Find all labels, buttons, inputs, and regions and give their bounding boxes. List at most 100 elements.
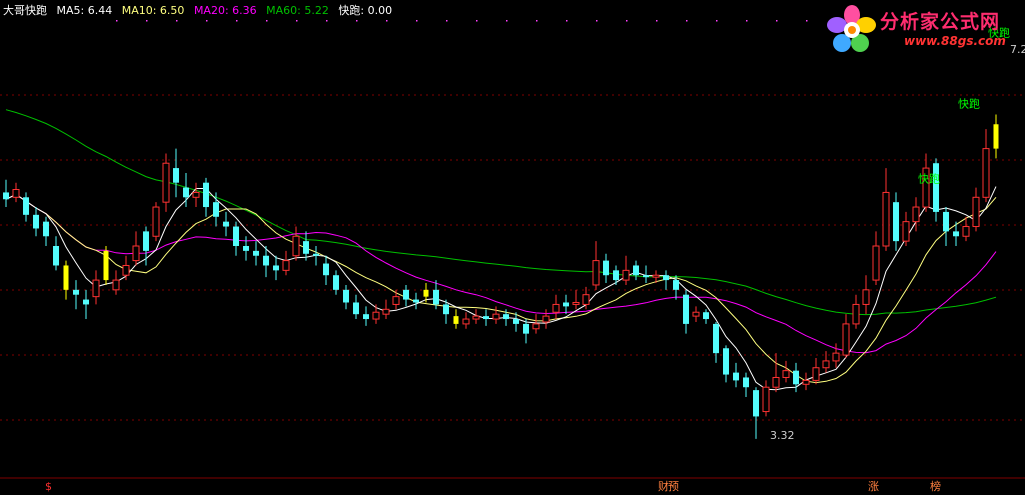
candle-body: [993, 124, 999, 149]
signal-dot: [146, 20, 148, 22]
candle-body: [12, 189, 20, 198]
signal-dot: [506, 20, 508, 22]
candle-body: [132, 245, 140, 262]
signal-dot: [116, 20, 118, 22]
candle-body: [912, 206, 920, 223]
candle-body: [363, 314, 369, 320]
candle-body: [943, 211, 949, 232]
candle-body: [523, 323, 529, 334]
chart-annotation: 3.32: [770, 429, 795, 442]
chart-annotation: 快跑: [958, 97, 980, 111]
candle-body: [962, 226, 970, 237]
candle-body: [862, 289, 870, 305]
candle-body: [392, 296, 400, 305]
candle-body: [483, 316, 489, 320]
signal-dot: [686, 20, 688, 22]
candle-body: [592, 260, 600, 286]
candle-body: [832, 352, 840, 362]
bottom-marker: 涨: [868, 480, 879, 493]
candle-body: [972, 196, 980, 228]
ma5-value: MA5: 6.44: [56, 4, 113, 17]
candle-body: [223, 221, 229, 227]
candle-body: [403, 289, 409, 300]
candle-body: [692, 311, 700, 317]
kline-chart[interactable]: 快跑快跑快跑7.283.32$财预涨榜: [0, 0, 1025, 495]
candle-body: [203, 182, 209, 208]
candle-body: [513, 319, 519, 324]
logo-url: www.88gs.com: [904, 34, 1006, 48]
candle-body: [423, 289, 429, 297]
signal-dot: [776, 20, 778, 22]
signal-dot: [536, 20, 538, 22]
candle-body: [933, 163, 939, 212]
candle-body: [43, 221, 49, 237]
candle-body: [622, 269, 630, 281]
candle-body: [882, 191, 890, 247]
candle-body: [73, 289, 79, 295]
signal-dot: [326, 20, 328, 22]
candle-body: [563, 302, 569, 307]
candle-body: [743, 377, 749, 388]
candle-body: [282, 260, 290, 271]
candle-body: [772, 376, 780, 388]
bottom-marker: $: [45, 480, 52, 493]
candle-body: [162, 162, 170, 203]
signal-dot: [716, 20, 718, 22]
candle-body: [613, 270, 619, 281]
candle-body: [233, 226, 239, 246]
signal-dot: [566, 20, 568, 22]
stock-chart-window: 快跑快跑快跑7.283.32$财预涨榜 大哥快跑 MA5: 6.44 MA10:…: [0, 0, 1025, 495]
candle-body: [663, 275, 669, 281]
candle-body: [122, 264, 130, 276]
candle-body: [852, 303, 860, 325]
candle-body: [92, 279, 100, 298]
candle-body: [953, 231, 959, 237]
candle-body: [492, 313, 500, 320]
candle-body: [503, 314, 509, 320]
candle-body: [292, 235, 300, 257]
candle-body: [673, 280, 679, 290]
indicator-legend: 大哥快跑 MA5: 6.44 MA10: 6.50 MA20: 6.36 MA6…: [3, 4, 398, 18]
candle-body: [23, 197, 29, 215]
signal-dot: [416, 20, 418, 22]
signal-dot: [746, 20, 748, 22]
signal-dot: [296, 20, 298, 22]
candle-body: [253, 250, 259, 256]
signal-dot: [626, 20, 628, 22]
candle-body: [462, 318, 470, 325]
candle-body: [33, 214, 39, 229]
candle-body: [263, 255, 269, 266]
candle-body: [802, 379, 810, 385]
candle-body: [532, 323, 540, 330]
candle-body: [703, 312, 709, 320]
candle-body: [582, 294, 590, 305]
candle-body: [872, 245, 880, 281]
bottom-marker: 预: [668, 480, 679, 493]
candle-body: [152, 206, 160, 237]
candle-body: [723, 348, 729, 375]
candle-body: [842, 323, 850, 356]
candle-body: [213, 202, 219, 217]
candle-body: [472, 315, 480, 320]
candle-body: [382, 308, 390, 315]
candle-body: [762, 386, 770, 413]
bottom-marker: 榜: [930, 479, 941, 493]
candle-body: [3, 192, 9, 200]
signal-dot: [806, 20, 808, 22]
candle-body: [443, 304, 449, 315]
candle-body: [103, 250, 109, 281]
candle-body: [333, 275, 339, 290]
candle-body: [372, 311, 380, 320]
candle-body: [902, 221, 910, 242]
ma10-value: MA10: 6.50: [121, 4, 185, 17]
candle-body: [273, 265, 279, 271]
candle-body: [552, 303, 560, 313]
flower-logo-icon: [827, 5, 876, 52]
signal-dot: [386, 20, 388, 22]
candle-body: [413, 299, 419, 303]
candle-body: [433, 289, 439, 305]
signal-dot: [446, 20, 448, 22]
candle-body: [713, 323, 719, 354]
chart-annotation: 快跑: [918, 172, 940, 186]
signal-dot: [656, 20, 658, 22]
